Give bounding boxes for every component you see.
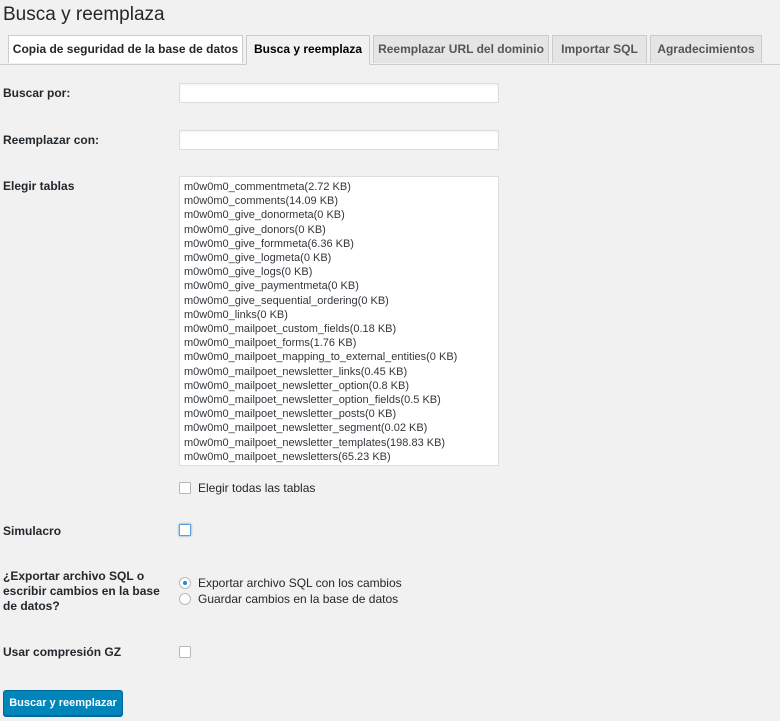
tab-replace-domain-url[interactable]: Reemplazar URL del dominio xyxy=(373,35,549,63)
radio-selected-dot xyxy=(183,581,187,585)
table-option[interactable]: m0w0m0_give_donormeta(0 KB) xyxy=(180,208,498,222)
table-option[interactable]: m0w0m0_commentmeta(2.72 KB) xyxy=(180,180,498,194)
search-replace-button[interactable]: Buscar y reemplazar xyxy=(3,690,123,716)
table-option[interactable]: m0w0m0_links(0 KB) xyxy=(180,308,498,322)
save-db-option-label: Guardar cambios en la base de datos xyxy=(198,592,399,606)
tables-label: Elegir tablas xyxy=(3,179,75,193)
table-option[interactable]: m0w0m0_mailpoet_newsletter_posts(0 KB) xyxy=(180,407,498,421)
gz-label: Usar compresión GZ xyxy=(3,645,122,659)
export-label-line1: ¿Exportar archivo SQL o xyxy=(3,569,145,583)
export-sql-option-label: Exportar archivo SQL con los cambios xyxy=(198,576,402,590)
search-input[interactable] xyxy=(179,83,499,103)
gz-checkbox[interactable] xyxy=(179,646,191,658)
table-option[interactable]: m0w0m0_comments(14.09 KB) xyxy=(180,194,498,208)
select-all-checkbox[interactable] xyxy=(179,482,191,494)
tab-credits[interactable]: Agradecimientos xyxy=(650,35,762,63)
page: Busca y reemplaza Copia de seguridad de … xyxy=(0,0,780,721)
table-option[interactable]: m0w0m0_mailpoet_newsletter_links(0.45 KB… xyxy=(180,365,498,379)
replace-input[interactable] xyxy=(179,130,499,150)
table-option[interactable]: m0w0m0_mailpoet_custom_fields(0.18 KB) xyxy=(180,322,498,336)
export-sql-radio[interactable] xyxy=(179,577,191,589)
dry-run-label: Simulacro xyxy=(3,524,62,538)
export-label-line3: de datos? xyxy=(3,599,60,613)
table-option[interactable]: m0w0m0_give_formmeta(6.36 KB) xyxy=(180,237,498,251)
table-option[interactable]: m0w0m0_mailpoet_newsletter_segment(0.02 … xyxy=(180,421,498,435)
replace-label: Reemplazar con: xyxy=(3,133,100,147)
save-db-radio[interactable] xyxy=(179,593,191,605)
search-label: Buscar por: xyxy=(3,86,71,100)
tab-database-backup[interactable]: Copia de seguridad de la base de datos xyxy=(8,35,243,63)
table-option[interactable]: m0w0m0_give_logmeta(0 KB) xyxy=(180,251,498,265)
table-option[interactable]: m0w0m0_mailpoet_newsletter_templates(198… xyxy=(180,436,498,450)
tables-multiselect[interactable]: m0w0m0_commentmeta(2.72 KB) m0w0m0_commen… xyxy=(179,176,499,466)
select-all-label: Elegir todas las tablas xyxy=(198,481,316,495)
table-option[interactable]: m0w0m0_give_donors(0 KB) xyxy=(180,223,498,237)
table-option[interactable]: m0w0m0_mailpoet_mapping_to_external_enti… xyxy=(180,350,498,364)
table-option[interactable]: m0w0m0_give_logs(0 KB) xyxy=(180,265,498,279)
dry-run-checkbox[interactable] xyxy=(179,524,191,536)
tab-bar: Copia de seguridad de la base de datos B… xyxy=(0,35,780,65)
table-option[interactable]: m0w0m0_mailpoet_newsletter_option(0.8 KB… xyxy=(180,379,498,393)
page-title: Busca y reemplaza xyxy=(3,4,165,25)
table-option[interactable]: m0w0m0_give_sequential_ordering(0 KB) xyxy=(180,294,498,308)
export-label-line2: escribir cambios en la base xyxy=(3,584,160,598)
table-option[interactable]: m0w0m0_mailpoet_forms(1.76 KB) xyxy=(180,336,498,350)
table-option[interactable]: m0w0m0_mailpoet_newsletter_option_fields… xyxy=(180,393,498,407)
tab-search-replace[interactable]: Busca y reemplaza xyxy=(246,35,370,65)
tab-import-sql[interactable]: Importar SQL xyxy=(552,35,647,63)
table-option[interactable]: m0w0m0_give_paymentmeta(0 KB) xyxy=(180,279,498,293)
table-option[interactable]: m0w0m0_mailpoet_newsletters(65.23 KB) xyxy=(180,450,498,464)
tables-list: m0w0m0_commentmeta(2.72 KB) m0w0m0_commen… xyxy=(180,177,498,464)
